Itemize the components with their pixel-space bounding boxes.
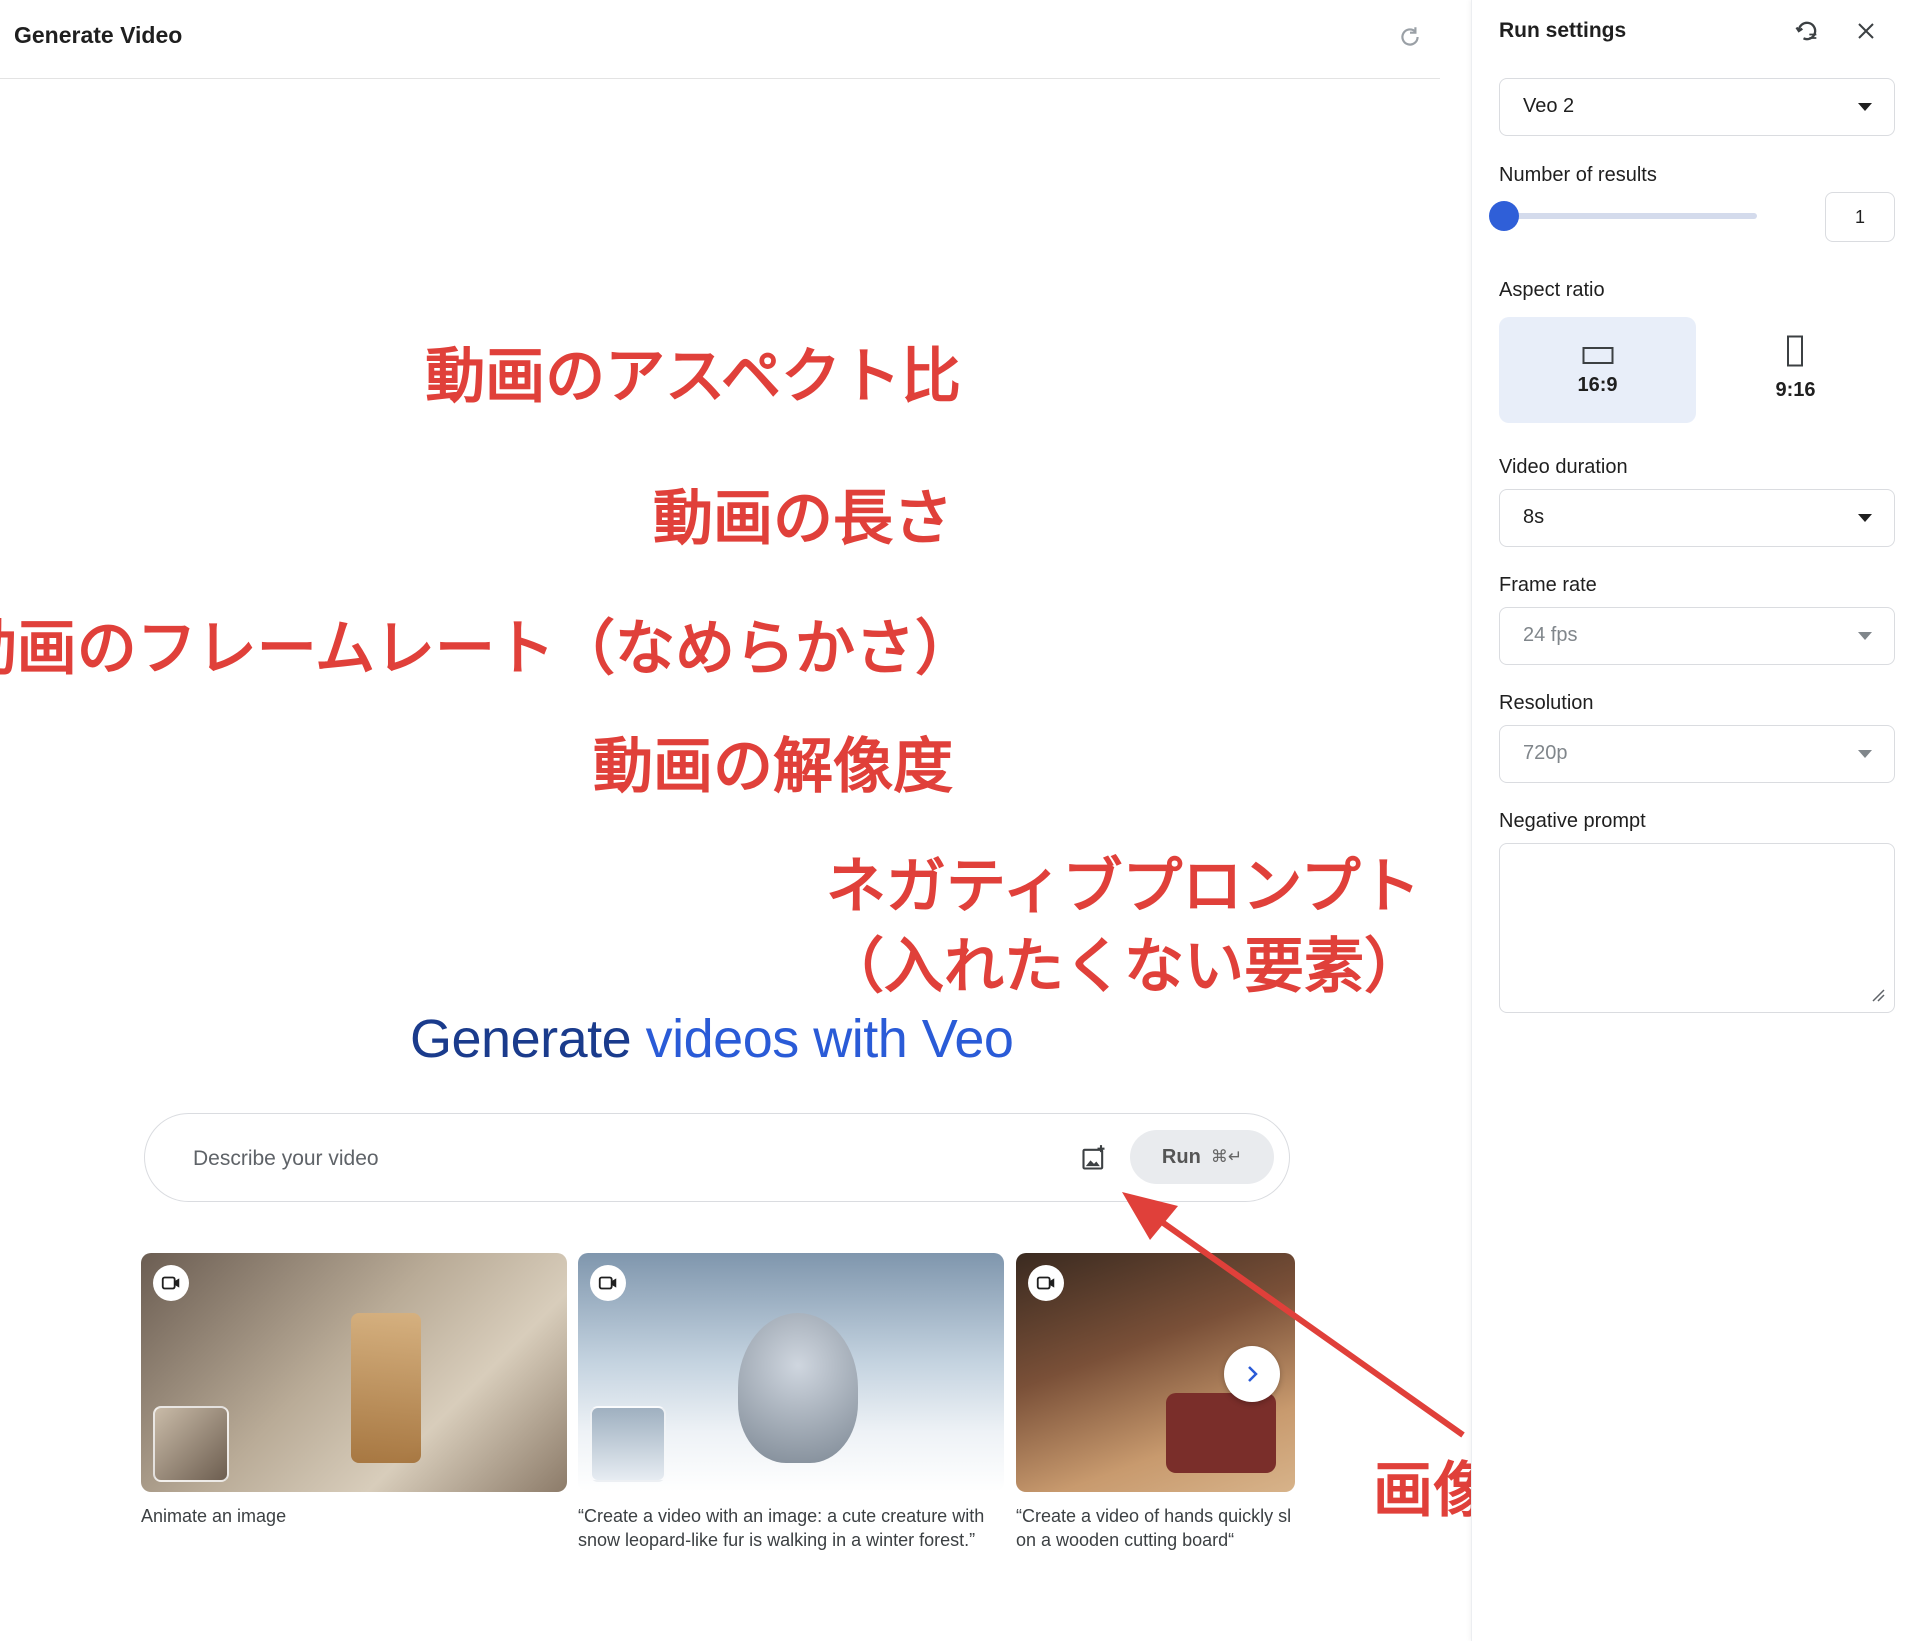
video-camera-icon <box>590 1265 626 1301</box>
run-label: Run <box>1161 1145 1201 1168</box>
frame-rate-select[interactable]: 24 fps <box>1499 607 1895 665</box>
results-slider-track[interactable] <box>1499 213 1757 219</box>
example-caption: “Create a video with an image: a cute cr… <box>578 1504 1008 1552</box>
landscape-icon <box>1582 347 1614 364</box>
chevron-down-icon <box>1858 514 1872 522</box>
example-card[interactable]: “Create a video of hands quickly sl on a… <box>1016 1253 1295 1552</box>
close-icon[interactable] <box>1854 19 1878 43</box>
hero-title: Generate videos with Veo <box>410 1008 1014 1070</box>
annotation-aspect-ratio: 動画のアスペクト比 <box>425 343 961 410</box>
video-camera-icon <box>1028 1265 1064 1301</box>
annotation-negative-prompt-note: （入れたくない要素） <box>824 933 1424 1000</box>
results-value-input[interactable]: 1 <box>1825 192 1895 242</box>
main-area: Generate Video Generate videos with Veo … <box>0 0 1468 1641</box>
annotation-frame-rate: 動画のフレームレート（なめらかさ） <box>0 615 975 682</box>
hero-title-part3: Veo <box>921 1009 1014 1069</box>
aspect-ratio-16-9-option[interactable]: 16:9 <box>1499 317 1696 423</box>
hero-title-part2: videos with <box>645 1009 922 1069</box>
duration-value: 8s <box>1523 506 1545 528</box>
model-value: Veo 2 <box>1523 95 1575 117</box>
resolution-select[interactable]: 720p <box>1499 725 1895 783</box>
source-image-inset <box>153 1406 229 1482</box>
chevron-right-icon <box>1248 1366 1258 1382</box>
run-button[interactable]: Run ⌘↵ <box>1130 1130 1274 1184</box>
example-caption-line: on a wooden cutting board“ <box>1016 1530 1235 1550</box>
aspect-ratio-option-label: 9:16 <box>1775 379 1816 401</box>
panel-title: Run settings <box>1499 19 1627 42</box>
negative-prompt-label: Negative prompt <box>1499 810 1646 832</box>
example-thumbnail[interactable] <box>141 1253 567 1492</box>
snow-leopard-shape <box>738 1313 858 1463</box>
example-caption-line: “Create a video of hands quickly sl <box>1016 1506 1292 1526</box>
negative-prompt-input[interactable] <box>1499 843 1895 1013</box>
example-caption: “Create a video of hands quickly sl on a… <box>1016 1504 1295 1552</box>
prompt-input[interactable] <box>191 1138 1015 1180</box>
portrait-icon <box>1787 335 1803 367</box>
top-bar: Generate Video <box>0 0 1440 79</box>
reset-settings-icon[interactable] <box>1793 17 1821 45</box>
example-caption-line: “Create a video with an image: a cute cr… <box>578 1506 985 1526</box>
results-label: Number of results <box>1499 164 1657 186</box>
duration-label: Video duration <box>1499 456 1628 478</box>
aspect-ratio-9-16-option[interactable]: 9:16 <box>1697 317 1894 423</box>
example-card[interactable]: Animate an image <box>141 1253 571 1528</box>
resolution-label: Resolution <box>1499 692 1594 714</box>
annotation-duration: 動画の長さ <box>653 485 953 552</box>
resize-grip-icon[interactable] <box>1869 986 1885 1002</box>
example-card[interactable]: “Create a video with an image: a cute cr… <box>578 1253 1008 1552</box>
example-caption: Animate an image <box>141 1506 287 1526</box>
resolution-value: 720p <box>1523 742 1568 764</box>
annotation-negative-prompt: ネガティブプロンプト <box>826 853 1421 920</box>
duration-select[interactable]: 8s <box>1499 489 1895 547</box>
source-image-inset <box>590 1406 666 1482</box>
carousel-next-button[interactable] <box>1224 1346 1280 1402</box>
chevron-down-icon <box>1858 103 1872 111</box>
example-thumbnail[interactable] <box>578 1253 1004 1492</box>
hero-title-part1: Generate <box>410 1009 646 1069</box>
run-shortcut: ⌘↵ <box>1210 1147 1243 1166</box>
frame-rate-value: 24 fps <box>1523 624 1578 646</box>
add-photo-icon[interactable] <box>1080 1144 1108 1172</box>
prompt-bar: Run ⌘↵ <box>144 1113 1290 1202</box>
model-select[interactable]: Veo 2 <box>1499 78 1895 136</box>
chevron-down-icon <box>1858 750 1872 758</box>
meat-shape <box>1166 1393 1276 1473</box>
annotation-resolution: 動画の解像度 <box>593 733 953 800</box>
perfume-bottle-shape <box>351 1313 421 1463</box>
aspect-ratio-label: Aspect ratio <box>1499 279 1605 301</box>
aspect-ratio-option-label: 16:9 <box>1577 374 1618 396</box>
results-slider-thumb[interactable] <box>1489 201 1519 231</box>
chevron-down-icon <box>1858 632 1872 640</box>
page-title: Generate Video <box>14 22 183 48</box>
example-caption-line: snow leopard-like fur is walking in a wi… <box>578 1530 976 1550</box>
run-settings-panel: Run settings Veo 2 Number of results 1 A… <box>1471 0 1920 1641</box>
video-camera-icon <box>153 1265 189 1301</box>
refresh-icon[interactable] <box>1397 24 1423 50</box>
frame-rate-label: Frame rate <box>1499 574 1597 596</box>
